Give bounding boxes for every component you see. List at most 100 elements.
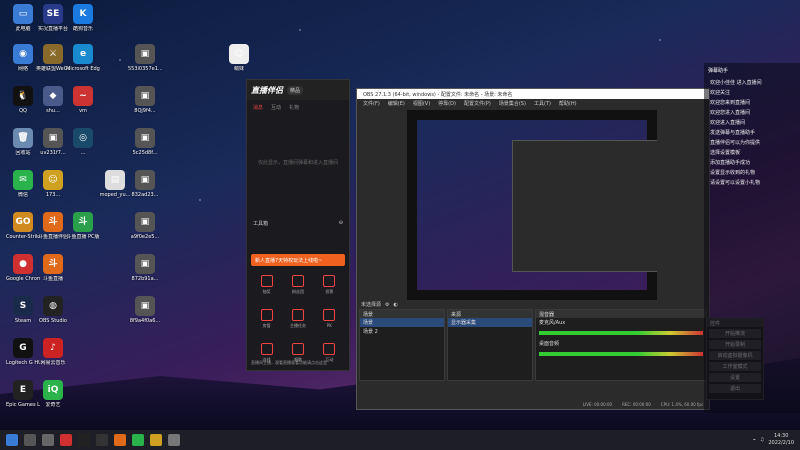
source-item[interactable]: 显示器采集 (448, 318, 532, 327)
taskbar-search-icon[interactable] (24, 434, 36, 446)
desktop-icon-label: 此电脑 (15, 26, 31, 32)
menu-item[interactable]: 视图(V) (413, 100, 430, 107)
desktop-icon[interactable]: ☺ 173... (36, 170, 70, 198)
properties-icon[interactable]: ⚙ (385, 302, 389, 308)
desktop-icon[interactable]: ▣ uv231f7... (36, 128, 70, 156)
taskbar-obs-icon[interactable] (96, 434, 108, 446)
desktop-icon[interactable]: ▣ 872b91a... (128, 254, 162, 282)
desktop-icon[interactable]: ◉ 网络 (6, 44, 40, 72)
desktop-icon[interactable]: ~ vm (66, 86, 100, 114)
network-icon: ◉ (13, 44, 33, 64)
promo-banner[interactable]: 新人直播7天特权玩法上线啦~ (251, 254, 345, 266)
obs-preview[interactable] (407, 110, 657, 300)
danmaku-panel: 弹幕助手 欢迎小佳佳 进入直播间 欢迎关注 欢迎您来到直播间 欢迎您进入直播间 欢迎进… (704, 63, 800, 413)
desktop-icon[interactable]: ▭ 此电脑 (6, 4, 40, 32)
toolbox-tool[interactable]: 抽奖 (251, 275, 282, 295)
desktop-icon[interactable]: e Microsoft Edge (66, 44, 100, 72)
desktop-icon[interactable]: ✉ 微信 (6, 170, 40, 198)
menu-item[interactable]: 帮助(H) (559, 100, 577, 107)
toolbox-tool[interactable]: PK (314, 309, 345, 329)
cpu-status: CPU: 1.4%, 60.00 fps (660, 401, 703, 407)
desktop-icon[interactable]: ▣ 8f9a4f0a6... (128, 296, 162, 324)
toolbox-tool[interactable]: 主播任务 (282, 309, 313, 329)
toolbox-tool[interactable]: 投票 (314, 275, 345, 295)
toolbox-settings-icon[interactable]: ⊖ (339, 220, 343, 227)
taskbar-qq-icon[interactable] (78, 434, 90, 446)
scene-item[interactable]: 场景 2 (360, 327, 444, 336)
menu-item[interactable]: 文件(F) (363, 100, 380, 107)
file-icon: ▣ (135, 296, 155, 316)
desktop-icon[interactable]: E Epic Games Launcher (6, 380, 40, 408)
mixer-dock: 混音器 麦克风/Aux 桌面音频 (535, 309, 707, 381)
desktop-icon[interactable]: ◍ OBS Studio (36, 296, 70, 324)
desktop-icon[interactable]: ● Google Chrome (6, 254, 40, 282)
taskbar-chrome-icon[interactable] (60, 434, 72, 446)
desktop-icon[interactable]: 🐧 QQ (6, 86, 40, 114)
menu-item[interactable]: 停靠(D) (438, 100, 456, 107)
danmaku-message: 欢迎您来到直播间 (710, 100, 751, 106)
tool-icon (323, 275, 336, 287)
desktop-icon[interactable]: K 酷狗音乐 (66, 4, 100, 32)
desktop-icon[interactable]: 斗斗鱼直播伴侣 (36, 212, 70, 240)
clock[interactable]: 14:30 2022/2/10 (768, 433, 794, 447)
desktop-icon[interactable]: ▣ 553i0357e1... (128, 44, 162, 72)
taskbar-douyu-icon[interactable] (114, 434, 126, 446)
menu-item[interactable]: 配置文件(P) (464, 100, 491, 107)
toolbox-tool[interactable]: 粉丝团 (282, 275, 313, 295)
desktop-icon[interactable]: ▣ 8Qj9f4... (128, 86, 162, 114)
danmaku-message: 欢迎进入直播间 (710, 120, 746, 126)
desktop-icon[interactable]: GO Counter-Strike GO (6, 212, 40, 240)
desktop-icon[interactable]: ▣ 832ad23... (128, 170, 162, 198)
desktop-icon[interactable]: ☺ 萌妹 (222, 44, 256, 72)
assistant-empty-text: 仅此显示，直播间弹幕和进入直播间 (257, 160, 338, 166)
image-icon: ☺ (229, 44, 249, 64)
toolbox-header: 工具箱 ⊖ (253, 220, 343, 227)
scene-item[interactable]: 场景 (360, 318, 444, 327)
assistant-logo: 直播伴侣 (251, 85, 283, 95)
desktop-icon[interactable]: ⚔ 英雄联盟WeGame版 (36, 44, 70, 72)
taskbar-start-icon[interactable] (6, 434, 18, 446)
desktop-icon-label: 英雄联盟WeGame版 (36, 66, 70, 72)
desktop-icon[interactable]: 斗斗鱼直播 PC版 (66, 212, 100, 240)
desktop-icon-label: 爱奇艺 (45, 402, 61, 408)
desktop-icon[interactable]: SE 实况直播平台 (36, 4, 70, 32)
taskbar-settings-icon[interactable] (168, 434, 180, 446)
tab-gifts[interactable]: 礼物 (289, 104, 299, 111)
desktop-icon[interactable]: ◆ shu... (36, 86, 70, 114)
desktop-icon[interactable]: ♪ 网易云音乐 (36, 338, 70, 366)
desktop-icon[interactable]: ▣ a9f0e2e5... (128, 212, 162, 240)
menu-item[interactable]: 工具(T) (534, 100, 551, 107)
volume-meter[interactable] (539, 352, 703, 356)
danmaku-message: 欢迎小佳佳 进入直播间 (710, 80, 762, 86)
desktop-icon[interactable]: iQ 爱奇艺 (36, 380, 70, 408)
logitech-icon: G (13, 338, 33, 358)
taskbar-taskview-icon[interactable] (42, 434, 54, 446)
taskbar-explorer-icon[interactable] (150, 434, 162, 446)
desktop-icon-label: OBS Studio (39, 318, 67, 324)
assistant-tag[interactable]: 精品 (287, 85, 304, 95)
menu-item[interactable]: 编辑(E) (388, 100, 405, 107)
tool-icon (291, 343, 304, 355)
tool-icon (260, 275, 273, 287)
danmaku-message: 欢迎关注 (710, 90, 731, 96)
desktop-icon[interactable]: S Steam (6, 296, 40, 324)
taskbar-wechat-icon[interactable] (132, 434, 144, 446)
desktop-icon[interactable]: 🗑 回收站 (6, 128, 40, 156)
filters-icon[interactable]: ◐ (394, 302, 398, 308)
desktop-icon[interactable]: 斗斗鱼直播 (36, 254, 70, 282)
toolbox-tool[interactable]: 房管 (251, 309, 282, 329)
desktop-icon-label: 8f9a4f0a6... (129, 318, 161, 324)
desktop-icon[interactable]: ◎... (66, 128, 100, 156)
desktop-icon[interactable]: ▣ 5c25d8f... (128, 128, 162, 156)
desktop-icon[interactable]: G Logitech G HUB (6, 338, 40, 366)
volume-icon[interactable]: ♫ (760, 437, 764, 443)
csgo-icon: GO (13, 212, 33, 232)
network-icon[interactable]: ⌁ (753, 437, 756, 443)
menu-item[interactable]: 场景集合(S) (499, 100, 526, 107)
volume-meter[interactable] (539, 331, 703, 335)
tab-messages[interactable]: 消息 (253, 104, 263, 111)
desktop-icon[interactable]: ▤ moped_yu... (98, 170, 132, 198)
danmaku-message: 发送弹幕与直播助手 (710, 130, 756, 136)
tab-interact[interactable]: 互动 (271, 104, 281, 111)
scene-toolbar: 未选择源 ⚙ ◐ (357, 300, 709, 309)
